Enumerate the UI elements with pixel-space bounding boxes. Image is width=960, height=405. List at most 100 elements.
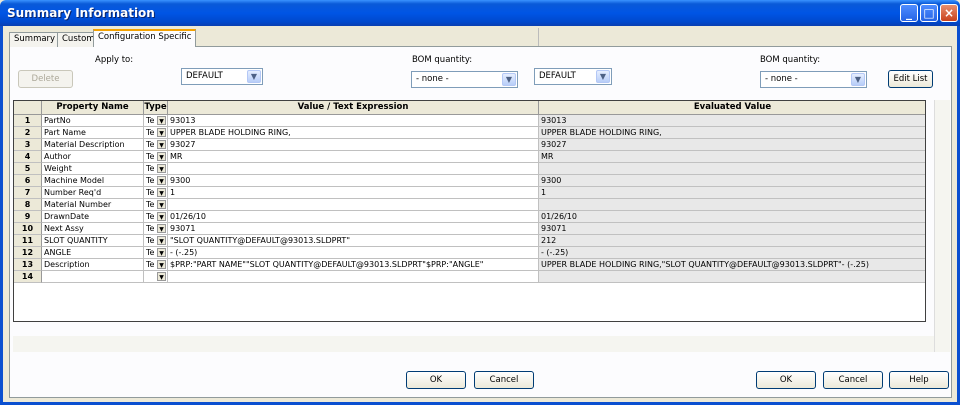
chevron-down-icon[interactable]: ▼ — [157, 200, 166, 209]
evaluated-value-cell: 93027 — [539, 139, 925, 151]
value-cell[interactable]: 93071 — [168, 223, 539, 235]
tab-summary[interactable]: Summary — [9, 32, 61, 47]
property-name-cell[interactable]: Material Description — [42, 139, 144, 151]
property-name-cell[interactable]: Material Number — [42, 199, 144, 211]
chevron-down-icon[interactable]: ▼ — [157, 164, 166, 173]
row-number: 7 — [14, 187, 42, 199]
evaluated-value-cell-text: 93027 — [541, 140, 567, 149]
type-cell[interactable]: Te ▼ — [144, 163, 168, 175]
chevron-down-icon[interactable]: ▼ — [157, 212, 166, 221]
horizontal-scrollbar[interactable] — [13, 336, 934, 352]
value-cell-text: 93027 — [170, 140, 196, 149]
value-cell[interactable] — [168, 271, 539, 283]
type-cell[interactable]: Te ▼ — [144, 175, 168, 187]
close-button[interactable]: × — [940, 4, 958, 22]
value-cell[interactable]: 93013 — [168, 115, 539, 127]
type-cell[interactable]: Te ▼ — [144, 247, 168, 259]
chevron-down-icon[interactable]: ▼ — [157, 152, 166, 161]
value-cell[interactable]: 1 — [168, 187, 539, 199]
type-cell[interactable]: Te ▼ — [144, 211, 168, 223]
value-cell[interactable]: 01/26/10 — [168, 211, 539, 223]
ok-button-left[interactable]: OK — [406, 371, 466, 389]
type-cell[interactable]: Te ▼ — [144, 139, 168, 151]
chevron-down-icon[interactable]: ▼ — [157, 260, 166, 269]
value-cell[interactable]: - (-.25) — [168, 247, 539, 259]
header-property-name[interactable]: Property Name — [42, 101, 144, 115]
title-bar: Summary Information _ □ × — [0, 0, 960, 26]
type-cell[interactable]: Te ▼ — [144, 151, 168, 163]
maximize-button[interactable]: □ — [920, 4, 938, 22]
properties-table: Property Name Type Value / Text Expressi… — [13, 100, 926, 322]
chevron-down-icon: ▼ — [851, 73, 865, 86]
chevron-down-icon[interactable]: ▼ — [157, 272, 166, 281]
chevron-down-icon[interactable]: ▼ — [157, 188, 166, 197]
bom-quantity-select-right[interactable]: - none - ▼ — [760, 71, 867, 88]
vertical-scrollbar[interactable] — [934, 100, 950, 352]
value-cell[interactable]: $PRP:"PART NAME""SLOT QUANTITY@DEFAULT@9… — [168, 259, 539, 271]
row-number: 6 — [14, 175, 42, 187]
chevron-down-icon[interactable]: ▼ — [157, 248, 166, 257]
delete-button[interactable]: Delete — [18, 70, 73, 88]
type-cell[interactable]: ▼ — [144, 271, 168, 283]
evaluated-value-cell: UPPER BLADE HOLDING RING,"SLOT QUANTITY@… — [539, 259, 925, 271]
cancel-button[interactable]: Cancel — [823, 371, 883, 389]
property-name-cell[interactable]: Part Name — [42, 127, 144, 139]
property-name-cell[interactable]: Description — [42, 259, 144, 271]
value-cell[interactable]: 93027 — [168, 139, 539, 151]
value-cell[interactable]: MR — [168, 151, 539, 163]
header-value[interactable]: Value / Text Expression — [168, 101, 539, 115]
row-number: 10 — [14, 223, 42, 235]
help-button[interactable]: Help — [889, 371, 949, 389]
property-name-cell[interactable]: Weight — [42, 163, 144, 175]
property-name-cell[interactable]: Machine Model — [42, 175, 144, 187]
header-evaluated-value[interactable]: Evaluated Value — [539, 101, 925, 115]
property-name-cell-text: ANGLE — [44, 248, 72, 257]
type-cell[interactable]: Te ▼ — [144, 199, 168, 211]
property-name-cell[interactable]: Author — [42, 151, 144, 163]
type-cell[interactable]: Te ▼ — [144, 127, 168, 139]
value-cell[interactable] — [168, 199, 539, 211]
chevron-down-icon[interactable]: ▼ — [157, 224, 166, 233]
property-name-cell[interactable]: Next Assy — [42, 223, 144, 235]
chevron-down-icon[interactable]: ▼ — [157, 128, 166, 137]
property-name-cell[interactable]: PartNo — [42, 115, 144, 127]
property-name-cell[interactable]: SLOT QUANTITY — [42, 235, 144, 247]
property-name-cell[interactable]: DrawnDate — [42, 211, 144, 223]
chevron-down-icon[interactable]: ▼ — [157, 176, 166, 185]
type-cell-text: Te — [146, 248, 155, 257]
value-cell[interactable]: 9300 — [168, 175, 539, 187]
type-cell[interactable]: Te ▼ — [144, 223, 168, 235]
type-cell[interactable]: Te ▼ — [144, 187, 168, 199]
type-cell[interactable]: Te ▼ — [144, 259, 168, 271]
maximize-icon: □ — [923, 6, 935, 20]
cancel-button-left[interactable]: Cancel — [474, 371, 534, 389]
row-number-text: 5 — [24, 164, 31, 173]
minimize-button[interactable]: _ — [900, 4, 918, 22]
tab-configuration-specific[interactable]: Configuration Specific — [93, 29, 197, 47]
type-cell[interactable]: Te ▼ — [144, 115, 168, 127]
table-row: 2 Part Name Te ▼ UPPER BLADE HOLDING RING, UP… — [14, 127, 925, 139]
table-row: 6 Machine Model Te ▼ 9300 9300 — [14, 175, 925, 187]
type-cell-text: Te — [146, 116, 155, 125]
chevron-down-icon[interactable]: ▼ — [157, 140, 166, 149]
property-name-cell[interactable]: Number Req'd — [42, 187, 144, 199]
value-cell[interactable]: "SLOT QUANTITY@DEFAULT@93013.SLDPRT" — [168, 235, 539, 247]
value-cell[interactable]: UPPER BLADE HOLDING RING, — [168, 127, 539, 139]
value-cell[interactable] — [168, 163, 539, 175]
ok-button[interactable]: OK — [756, 371, 816, 389]
chevron-down-icon[interactable]: ▼ — [157, 236, 166, 245]
row-number: 13 — [14, 259, 42, 271]
type-cell[interactable]: Te ▼ — [144, 235, 168, 247]
chevron-down-icon[interactable]: ▼ — [157, 116, 166, 125]
row-number-text: 4 — [24, 152, 31, 161]
property-name-cell[interactable] — [42, 271, 144, 283]
property-name-cell-text: SLOT QUANTITY — [44, 236, 108, 245]
value-cell-text: 9300 — [170, 176, 191, 185]
config-select-right[interactable]: DEFAULT ▼ — [534, 68, 612, 85]
table-row: 10 Next Assy Te ▼ 93071 93071 — [14, 223, 925, 235]
property-name-cell[interactable]: ANGLE — [42, 247, 144, 259]
header-type[interactable]: Type — [144, 101, 168, 115]
config-select-left[interactable]: DEFAULT ▼ — [181, 68, 263, 85]
bom-quantity-select-left[interactable]: - none - ▼ — [411, 71, 518, 88]
edit-list-button[interactable]: Edit List — [888, 70, 933, 88]
